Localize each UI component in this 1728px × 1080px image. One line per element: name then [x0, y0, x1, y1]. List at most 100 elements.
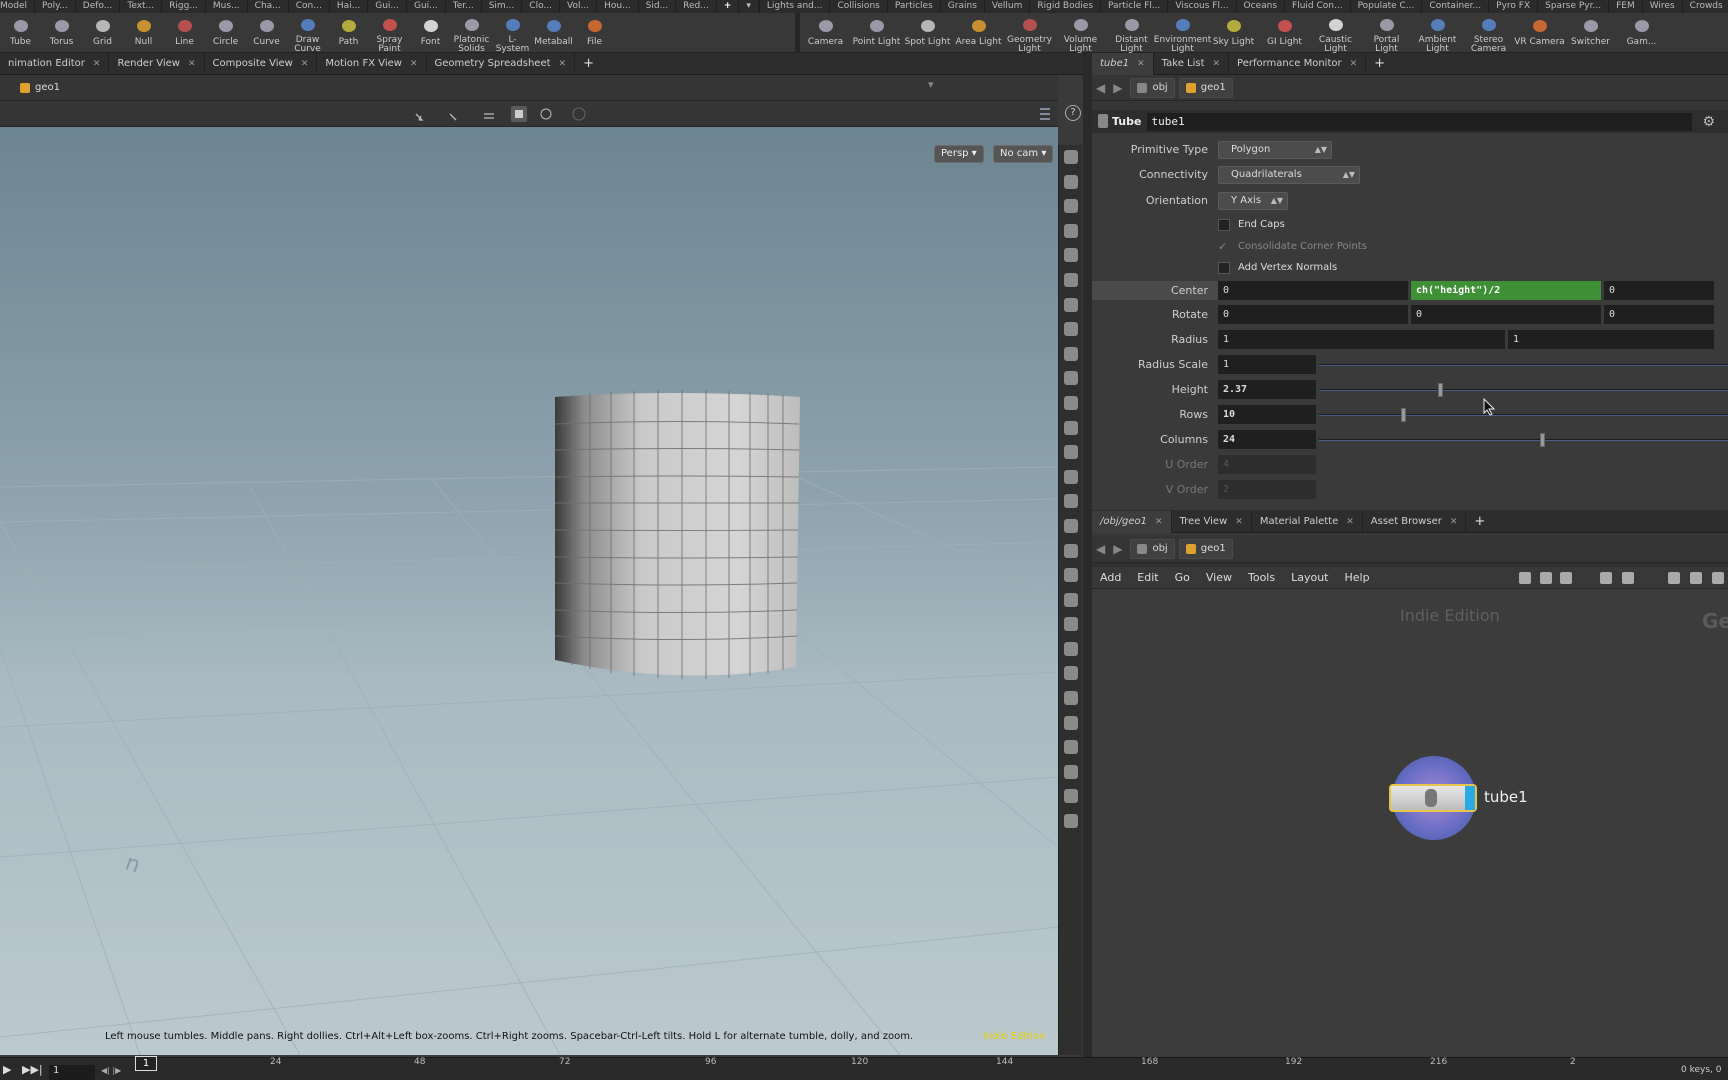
close-icon[interactable]: ✕	[1346, 517, 1354, 527]
shelf-tab[interactable]: Sparse Pyr...	[1538, 0, 1610, 13]
center-y-field[interactable]: ch("height")/2	[1411, 281, 1601, 300]
shelf-tab[interactable]: Ter...	[446, 0, 482, 13]
tool-tube[interactable]: Tube	[0, 13, 41, 52]
menu-layout[interactable]: Layout	[1283, 571, 1336, 584]
headlight-icon[interactable]	[1063, 322, 1078, 337]
frame-icon[interactable]	[1063, 715, 1078, 730]
close-icon[interactable]: ✕	[188, 59, 196, 69]
shelf-tab[interactable]: Oceans	[1237, 0, 1286, 13]
shelf-tab[interactable]: Grains	[941, 0, 985, 13]
tool-curve[interactable]: Curve	[246, 13, 287, 52]
pane-splitter[interactable]	[1083, 53, 1092, 1057]
tool-circle[interactable]: Circle	[205, 13, 246, 52]
node-name-field[interactable]: tube1	[1147, 112, 1693, 131]
shelf-tab[interactable]: Viscous Fl...	[1168, 0, 1237, 13]
scene-viewport[interactable]: n	[0, 127, 1058, 1055]
tool-draw-curve[interactable]: Draw Curve	[287, 13, 328, 54]
columns-field[interactable]: 24	[1218, 430, 1316, 449]
display-options-icon[interactable]	[1063, 150, 1078, 164]
shelf-tab[interactable]: Text...	[120, 0, 163, 13]
connectivity-menu[interactable]: Quadrilaterals ▲▼	[1218, 165, 1360, 184]
tool-portal-light[interactable]: Portal Light	[1361, 13, 1412, 54]
height-field[interactable]: 2.37	[1218, 380, 1316, 399]
camera-menu[interactable]: No cam ▾	[993, 145, 1054, 163]
columns-slider-handle[interactable]	[1540, 433, 1545, 447]
end-caps-checkbox[interactable]	[1218, 218, 1230, 231]
tool-area-light[interactable]: Area Light	[953, 13, 1004, 52]
list-view-icon[interactable]	[1622, 572, 1634, 584]
skip-end-icon[interactable]: ▶▶|	[22, 1063, 43, 1076]
shelf-menu-icon[interactable]: ▾	[739, 0, 759, 13]
shelf-tab[interactable]: Gui...	[368, 0, 407, 13]
add-tab-icon[interactable]: +	[1466, 511, 1493, 533]
rotate-x-field[interactable]: 0	[1218, 305, 1408, 324]
tool-vr-camera[interactable]: VR Camera	[1514, 13, 1565, 52]
shelf-tab[interactable]: Populate C...	[1351, 0, 1423, 13]
hand-alt-icon[interactable]	[1063, 568, 1078, 583]
shelf-tab[interactable]: Con...	[289, 0, 330, 13]
rows-slider[interactable]	[1319, 405, 1728, 424]
shelf-tab[interactable]: Gui...	[407, 0, 446, 13]
list-icon[interactable]	[1560, 572, 1572, 584]
tab-tube1[interactable]: tube1 ✕	[1092, 52, 1154, 75]
tube1-node[interactable]	[1389, 784, 1477, 812]
tool-file[interactable]: File	[574, 13, 615, 52]
grid-view-icon[interactable]	[1600, 572, 1612, 584]
grid-icon[interactable]	[1063, 666, 1078, 681]
radius-scale-field[interactable]: 1	[1218, 355, 1316, 374]
image-icon[interactable]	[1712, 572, 1724, 584]
shelf-tab[interactable]: Mus...	[206, 0, 248, 13]
tweak-icon[interactable]	[1063, 420, 1078, 435]
tool-l-system[interactable]: L-System	[492, 13, 533, 54]
visibility-icon[interactable]	[1063, 814, 1078, 829]
brush-icon[interactable]	[1063, 395, 1078, 410]
shelf-tab[interactable]: Rigid Bodies	[1030, 0, 1102, 13]
shelf-tab[interactable]: Lights and...	[760, 0, 831, 13]
tool-metaball[interactable]: Metaball	[533, 13, 574, 52]
tool-environment-light[interactable]: Environment Light	[1154, 13, 1211, 54]
tool-camera[interactable]: Camera	[800, 13, 851, 52]
viewer-path-crumb[interactable]: geo1	[14, 78, 66, 98]
gear-icon[interactable]: ⚙	[1702, 114, 1715, 130]
tab-motion-fx-view[interactable]: Motion FX View ✕	[317, 52, 427, 75]
shelf-tab[interactable]: Hou...	[597, 0, 639, 13]
camera-icon[interactable]	[1063, 371, 1078, 386]
shelf-tab[interactable]: Hai...	[330, 0, 369, 13]
menu-tools[interactable]: Tools	[1240, 571, 1283, 584]
help-icon[interactable]: ?	[1065, 105, 1081, 121]
view-icon[interactable]	[1063, 248, 1078, 263]
menu-help[interactable]: Help	[1337, 571, 1378, 584]
tab--obj-geo1[interactable]: /obj/geo1 ✕	[1092, 510, 1172, 533]
radius-a-field[interactable]: 1	[1218, 330, 1505, 349]
pen-icon[interactable]	[1063, 494, 1078, 509]
snap-grid-icon[interactable]	[1063, 617, 1078, 632]
close-icon[interactable]: ✕	[1450, 517, 1458, 527]
layout-icon[interactable]	[1063, 789, 1078, 804]
shelf-tab[interactable]: Sim...	[482, 0, 523, 13]
tool-spray-paint[interactable]: Spray Paint	[369, 13, 410, 54]
center-x-field[interactable]: 0	[1218, 281, 1408, 300]
key-light-icon[interactable]	[1063, 297, 1078, 312]
close-icon[interactable]: ✕	[559, 59, 567, 69]
tab-composite-view[interactable]: Composite View ✕	[205, 52, 318, 75]
light-icon[interactable]	[1063, 272, 1078, 287]
radius-scale-slider[interactable]	[1319, 355, 1728, 374]
shelf-tab[interactable]: Cha...	[248, 0, 289, 13]
tool-null[interactable]: Null	[123, 13, 164, 52]
tool-ambient-light[interactable]: Ambient Light	[1412, 13, 1463, 54]
consolidate-checkbox[interactable]: ✓	[1218, 240, 1230, 253]
shelf-tab[interactable]: Model	[0, 0, 36, 13]
step-back-icon[interactable]: ◀| |▶	[101, 1066, 121, 1075]
network-path-geo1[interactable]: geo1	[1178, 538, 1233, 559]
tool-platonic-solids[interactable]: Platonic Solids	[451, 13, 492, 54]
network-icon[interactable]	[1668, 572, 1680, 584]
param-path-geo1[interactable]: geo1	[1178, 77, 1233, 98]
shelf-tab[interactable]: Poly...	[35, 0, 76, 13]
add-tab-icon[interactable]: +	[1366, 53, 1393, 75]
rows-slider-handle[interactable]	[1401, 408, 1406, 422]
tool-path[interactable]: Path	[328, 13, 369, 52]
shelf-tab[interactable]: Particle Fl...	[1101, 0, 1169, 13]
skeleton-icon[interactable]	[1063, 346, 1078, 361]
shelf-tab[interactable]: Rigg...	[162, 0, 206, 13]
close-icon[interactable]: ✕	[1137, 59, 1145, 69]
